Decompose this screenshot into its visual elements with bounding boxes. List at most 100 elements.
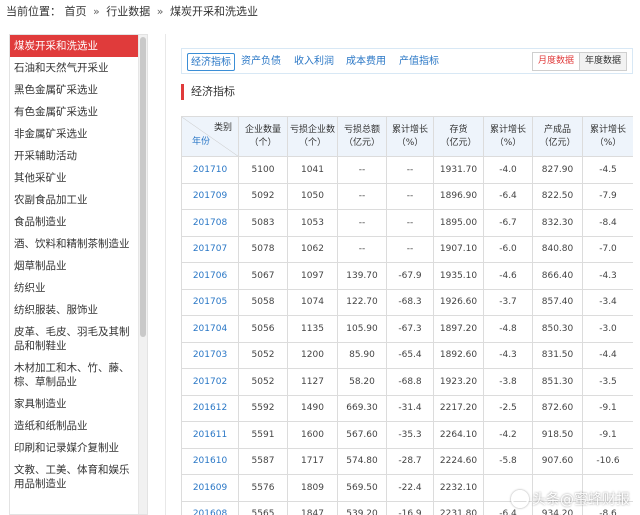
period-link[interactable]: 201611 — [181, 421, 239, 449]
table-cell: -7.9 — [582, 182, 633, 210]
table-cell: 1127 — [287, 368, 338, 396]
table-cell: 1135 — [287, 315, 338, 343]
sidebar-item[interactable]: 石油和天然气开采业 — [10, 57, 138, 79]
table-row: 201704 5056 1135 105.90 -67.3 1897.20 -4.8 850.… — [181, 315, 633, 343]
sidebar-item[interactable]: 有色金属矿采选业 — [10, 101, 138, 123]
breadcrumb-industry-data-link[interactable]: 行业数据 — [106, 3, 150, 19]
period-link[interactable]: 201703 — [181, 341, 239, 369]
sidebar-item[interactable]: 酒、饮料和精制茶制造业 — [10, 233, 138, 255]
sidebar-scroll-thumb[interactable] — [140, 37, 146, 337]
sidebar-item[interactable]: 造纸和纸制品业 — [10, 415, 138, 437]
period-link[interactable]: 201710 — [181, 156, 239, 184]
table-cell: 857.40 — [532, 288, 583, 316]
sidebar-item[interactable]: 文教、工美、体育和娱乐用品制造业 — [10, 459, 138, 495]
column-header-unit: （个） — [249, 137, 277, 148]
table-cell: 1097 — [287, 262, 338, 290]
table-cell: 2232.10 — [433, 474, 484, 502]
period-link[interactable]: 201705 — [181, 288, 239, 316]
table-cell: -- — [337, 156, 387, 184]
table-cell: -6.4 — [483, 182, 533, 210]
table-cell: 569.50 — [337, 474, 387, 502]
table-row: 201706 5067 1097 139.70 -67.9 1935.10 -4.6 866.… — [181, 262, 633, 290]
table-cell: 2231.80 — [433, 500, 484, 515]
breadcrumb-home-link[interactable]: 首页 — [65, 3, 87, 19]
table-cell: 2217.20 — [433, 394, 484, 422]
table-cell: 1926.60 — [433, 288, 484, 316]
sidebar-item[interactable]: 家具制造业 — [10, 393, 138, 415]
breadcrumb: 当前位置： 首页 » 行业数据 » 煤炭开采和洗选业 — [6, 3, 258, 19]
table-cell: 58.20 — [337, 368, 387, 396]
table-cell: 5591 — [238, 421, 288, 449]
period-link[interactable]: 201708 — [181, 209, 239, 237]
sidebar-item[interactable]: 煤炭开采和洗选业 — [10, 35, 138, 57]
period-link[interactable]: 201707 — [181, 235, 239, 263]
tab-income-profit[interactable]: 收入利润 — [292, 53, 336, 71]
tab-assets-liabilities[interactable]: 资产负债 — [239, 53, 283, 71]
monthly-data-toggle[interactable]: 月度数据 — [532, 53, 580, 70]
sidebar-item[interactable]: 烟草制品业 — [10, 255, 138, 277]
sidebar-item[interactable]: 皮革、毛皮、羽毛及其制品和制鞋业 — [10, 321, 138, 357]
table-cell: 1200 — [287, 341, 338, 369]
tab-output-indicators[interactable]: 产值指标 — [397, 53, 441, 71]
table-cell: 1062 — [287, 235, 338, 263]
column-header: 累计增长 （%） — [483, 116, 533, 157]
period-link[interactable]: 201608 — [181, 500, 239, 515]
tab-cost-expense[interactable]: 成本费用 — [344, 53, 388, 71]
table-cell: -- — [386, 235, 434, 263]
table-cell: -4.5 — [582, 156, 633, 184]
watermark-text: 头条@蜜蜂财报 — [532, 492, 630, 508]
sidebar-item[interactable]: 纺织业 — [10, 277, 138, 299]
table-cell: 850.30 — [532, 315, 583, 343]
sidebar-item[interactable]: 食品制造业 — [10, 211, 138, 233]
sidebar-item[interactable]: 黑色金属矿采选业 — [10, 79, 138, 101]
table-row: 201707 5078 1062 -- -- 1907.10 -6.0 840.80 -7.0 — [181, 235, 633, 263]
period-link[interactable]: 201704 — [181, 315, 239, 343]
table-cell: -3.4 — [582, 288, 633, 316]
column-header-title: 企业数量 — [244, 124, 281, 135]
table-header-row: 类别 年份 企业数量 （个） 亏损企业数 （个） 亏损总额 （亿元） 累计增长 （%） 存货 （亿… — [181, 116, 633, 157]
table-cell: -5.8 — [483, 447, 533, 475]
table-cell: 1053 — [287, 209, 338, 237]
table-cell: 5078 — [238, 235, 288, 263]
column-header: 企业数量 （个） — [238, 116, 288, 157]
tab-economic-indicators[interactable]: 经济指标 — [187, 53, 235, 71]
sidebar-item[interactable]: 纺织服装、服饰业 — [10, 299, 138, 321]
table-cell: -9.1 — [582, 394, 633, 422]
table-cell: 122.70 — [337, 288, 387, 316]
period-link[interactable]: 201709 — [181, 182, 239, 210]
watermark: 头条@蜜蜂财报 — [511, 489, 630, 509]
table-cell: 539.20 — [337, 500, 387, 515]
period-link[interactable]: 201610 — [181, 447, 239, 475]
column-header-unit: （%） — [396, 137, 424, 148]
sidebar-item[interactable]: 印刷和记录媒介复制业 — [10, 437, 138, 459]
breadcrumb-current: 煤炭开采和洗选业 — [169, 5, 258, 18]
table-cell: 1847 — [287, 500, 338, 515]
sidebar-item[interactable]: 开采辅助活动 — [10, 145, 138, 167]
table-row: 201611 5591 1600 567.60 -35.3 2264.10 -4.2 918.… — [181, 421, 633, 449]
annual-data-toggle[interactable]: 年度数据 — [579, 53, 626, 70]
table-cell: 840.80 — [532, 235, 583, 263]
table-row: 201710 5100 1041 -- -- 1931.70 -4.0 827.90 -4.5 — [181, 156, 633, 184]
breadcrumb-prefix: 当前位置： — [6, 5, 61, 18]
sidebar-item[interactable]: 木材加工和木、竹、藤、棕、草制品业 — [10, 357, 138, 393]
sidebar-scrollbar[interactable] — [138, 35, 147, 514]
sidebar-item[interactable]: 农副食品加工业 — [10, 189, 138, 211]
indicator-table-wrap: 类别 年份 企业数量 （个） 亏损企业数 （个） 亏损总额 （亿元） 累计增长 （%） 存货 （亿… — [181, 116, 633, 515]
table-cell: -6.0 — [483, 235, 533, 263]
table-cell: -4.4 — [582, 341, 633, 369]
sidebar-item[interactable]: 非金属矿采选业 — [10, 123, 138, 145]
table-cell: -3.5 — [582, 368, 633, 396]
period-link[interactable]: 201612 — [181, 394, 239, 422]
table-cell: 5592 — [238, 394, 288, 422]
table-row: 201702 5052 1127 58.20 -68.8 1923.20 -3.8 851.3… — [181, 368, 633, 396]
table-cell: -35.3 — [386, 421, 434, 449]
sidebar-item[interactable]: 其他采矿业 — [10, 167, 138, 189]
table-cell: 5067 — [238, 262, 288, 290]
period-link[interactable]: 201609 — [181, 474, 239, 502]
table-cell: -3.0 — [582, 315, 633, 343]
table-cell: -4.3 — [483, 341, 533, 369]
period-link[interactable]: 201706 — [181, 262, 239, 290]
table-cell: 1923.20 — [433, 368, 484, 396]
table-cell: -22.4 — [386, 474, 434, 502]
period-link[interactable]: 201702 — [181, 368, 239, 396]
